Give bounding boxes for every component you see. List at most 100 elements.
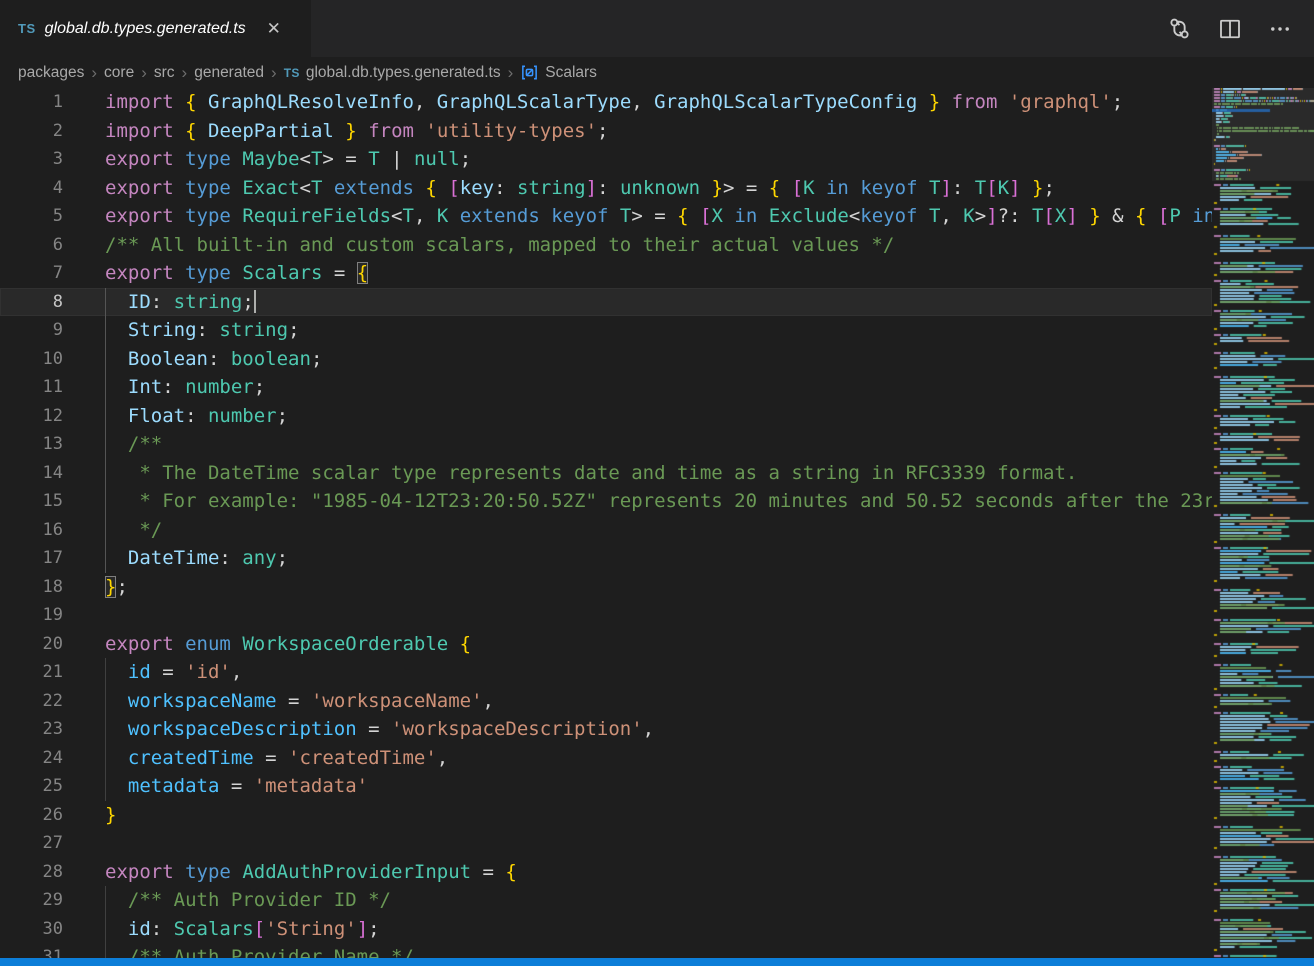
line-number: 12 xyxy=(0,402,63,431)
line-number: 2 xyxy=(0,117,63,146)
line-content: export type Exact<T extends { [key: stri… xyxy=(63,174,1212,203)
line-number: 29 xyxy=(0,886,63,915)
code-line[interactable]: 4export type Exact<T extends { [key: str… xyxy=(0,174,1212,203)
code-line[interactable]: 10 Boolean: boolean; xyxy=(0,345,1212,374)
line-number: 18 xyxy=(0,573,63,602)
line-number: 6 xyxy=(0,231,63,260)
line-number: 19 xyxy=(0,601,63,630)
breadcrumb-packages[interactable]: packages xyxy=(18,64,84,82)
code-line[interactable]: 20export enum WorkspaceOrderable { xyxy=(0,630,1212,659)
code-lines[interactable]: 1import { GraphQLResolveInfo, GraphQLSca… xyxy=(0,88,1212,966)
line-content: /** Auth Provider ID */ xyxy=(63,886,1212,915)
line-number: 11 xyxy=(0,373,63,402)
code-line[interactable]: 25 metadata = 'metadata' xyxy=(0,772,1212,801)
line-content: Float: number; xyxy=(63,402,1212,431)
code-line[interactable]: 15 * For example: "1985-04-12T23:20:50.5… xyxy=(0,487,1212,516)
code-line[interactable]: 1import { GraphQLResolveInfo, GraphQLSca… xyxy=(0,88,1212,117)
line-number: 8 xyxy=(0,288,63,317)
open-changes-icon[interactable] xyxy=(1167,16,1192,41)
symbol-type-icon xyxy=(520,63,539,82)
line-number: 10 xyxy=(0,345,63,374)
code-line[interactable]: 14 * The DateTime scalar type represents… xyxy=(0,459,1212,488)
code-line[interactable]: 29 /** Auth Provider ID */ xyxy=(0,886,1212,915)
code-line[interactable]: 5export type RequireFields<T, K extends … xyxy=(0,202,1212,231)
line-number: 26 xyxy=(0,801,63,830)
editor[interactable]: 1import { GraphQLResolveInfo, GraphQLSca… xyxy=(0,88,1314,966)
line-content: import { DeepPartial } from 'utility-typ… xyxy=(63,117,1212,146)
code-line[interactable]: 18}; xyxy=(0,573,1212,602)
code-line[interactable]: 21 id = 'id', xyxy=(0,658,1212,687)
line-content: workspaceName = 'workspaceName', xyxy=(63,687,1212,716)
line-number: 16 xyxy=(0,516,63,545)
breadcrumb-separator: › xyxy=(508,63,514,83)
line-number: 24 xyxy=(0,744,63,773)
code-line[interactable]: 28export type AddAuthProviderInput = { xyxy=(0,858,1212,887)
code-line[interactable]: 6/** All built-in and custom scalars, ma… xyxy=(0,231,1212,260)
line-number: 20 xyxy=(0,630,63,659)
line-content: export type RequireFields<T, K extends k… xyxy=(63,202,1212,231)
line-number: 23 xyxy=(0,715,63,744)
tab-global-db-types[interactable]: TS global.db.types.generated.ts ✕ xyxy=(0,0,311,57)
line-content: /** xyxy=(63,430,1212,459)
code-line[interactable]: 16 */ xyxy=(0,516,1212,545)
breadcrumb-src[interactable]: src xyxy=(154,64,175,82)
split-editor-icon[interactable] xyxy=(1218,17,1242,41)
line-number: 28 xyxy=(0,858,63,887)
code-line[interactable]: 13 /** xyxy=(0,430,1212,459)
editor-actions xyxy=(1167,0,1314,57)
status-bar xyxy=(0,958,1314,966)
line-number: 13 xyxy=(0,430,63,459)
line-content: export type Maybe<T> = T | null; xyxy=(63,145,1212,174)
line-number: 30 xyxy=(0,915,63,944)
close-tab-icon[interactable]: ✕ xyxy=(263,17,285,41)
line-content: export type Scalars = { xyxy=(63,259,1212,288)
code-line[interactable]: 19 xyxy=(0,601,1212,630)
text-cursor xyxy=(254,290,256,313)
typescript-file-icon: TS xyxy=(284,66,300,80)
breadcrumb: packages › core › src › generated › TS g… xyxy=(0,57,1314,88)
breadcrumb-symbol-scalars[interactable]: Scalars xyxy=(520,63,597,82)
more-actions-icon[interactable] xyxy=(1268,17,1292,41)
minimap[interactable] xyxy=(1212,88,1314,958)
code-line[interactable]: 2import { DeepPartial } from 'utility-ty… xyxy=(0,117,1212,146)
line-content: id: Scalars['String']; xyxy=(63,915,1212,944)
breadcrumb-core[interactable]: core xyxy=(104,64,134,82)
line-number: 7 xyxy=(0,259,63,288)
line-number: 5 xyxy=(0,202,63,231)
vscode-window: TS global.db.types.generated.ts ✕ xyxy=(0,0,1314,966)
breadcrumb-separator: › xyxy=(182,63,188,83)
code-line[interactable]: 11 Int: number; xyxy=(0,373,1212,402)
line-content: */ xyxy=(63,516,1212,545)
breadcrumb-file[interactable]: TS global.db.types.generated.ts xyxy=(284,64,501,82)
line-content: DateTime: any; xyxy=(63,544,1212,573)
code-line[interactable]: 26} xyxy=(0,801,1212,830)
line-number: 17 xyxy=(0,544,63,573)
code-line[interactable]: 9 String: string; xyxy=(0,316,1212,345)
code-line[interactable]: 3export type Maybe<T> = T | null; xyxy=(0,145,1212,174)
line-content: } xyxy=(63,801,1212,830)
typescript-file-icon: TS xyxy=(18,21,36,36)
code-line[interactable]: 22 workspaceName = 'workspaceName', xyxy=(0,687,1212,716)
code-line[interactable]: 27 xyxy=(0,829,1212,858)
line-number: 22 xyxy=(0,687,63,716)
line-content: import { GraphQLResolveInfo, GraphQLScal… xyxy=(63,88,1212,117)
line-number: 14 xyxy=(0,459,63,488)
line-content xyxy=(63,829,1212,858)
line-content: * The DateTime scalar type represents da… xyxy=(63,459,1212,488)
line-content: metadata = 'metadata' xyxy=(63,772,1212,801)
code-line[interactable]: 23 workspaceDescription = 'workspaceDesc… xyxy=(0,715,1212,744)
code-line[interactable]: 17 DateTime: any; xyxy=(0,544,1212,573)
code-line[interactable]: 30 id: Scalars['String']; xyxy=(0,915,1212,944)
code-line[interactable]: 7export type Scalars = { xyxy=(0,259,1212,288)
code-line[interactable]: 24 createdTime = 'createdTime', xyxy=(0,744,1212,773)
breadcrumb-generated[interactable]: generated xyxy=(194,64,264,82)
line-content: * For example: "1985-04-12T23:20:50.52Z"… xyxy=(63,487,1212,516)
line-number: 21 xyxy=(0,658,63,687)
code-line[interactable]: 12 Float: number; xyxy=(0,402,1212,431)
code-line[interactable]: 8 ID: string; xyxy=(0,288,1212,317)
line-content: /** All built-in and custom scalars, map… xyxy=(63,231,1212,260)
breadcrumb-separator: › xyxy=(271,63,277,83)
line-number: 4 xyxy=(0,174,63,203)
tab-title: global.db.types.generated.ts xyxy=(45,20,246,38)
line-number: 9 xyxy=(0,316,63,345)
